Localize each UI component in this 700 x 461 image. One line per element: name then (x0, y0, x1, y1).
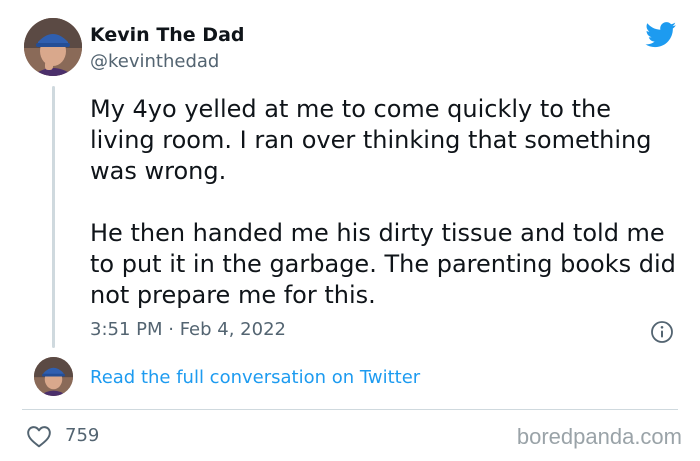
conversation-avatar[interactable] (34, 357, 73, 396)
tweet-body: My 4yo yelled at me to come quickly to t… (90, 94, 680, 311)
author-display-name[interactable]: Kevin The Dad (90, 24, 245, 46)
watermark: boredpanda.com (516, 424, 682, 449)
like-count: 759 (65, 425, 100, 446)
author-handle[interactable]: @kevinthedad (90, 51, 219, 72)
author-avatar-image (24, 18, 82, 76)
info-icon[interactable] (650, 320, 674, 344)
twitter-bird-icon[interactable] (645, 22, 677, 48)
tweet-paragraph: He then handed me his dirty tissue and t… (90, 219, 676, 309)
tweet-paragraph: My 4yo yelled at me to come quickly to t… (90, 95, 652, 185)
read-conversation-link[interactable]: Read the full conversation on Twitter (90, 367, 420, 388)
heart-icon[interactable] (26, 424, 52, 448)
conversation-avatar-image (34, 357, 73, 396)
divider (22, 409, 678, 410)
tweet-timestamp[interactable]: 3:51 PM · Feb 4, 2022 (90, 319, 286, 340)
author-avatar[interactable] (24, 18, 82, 76)
thread-connector-line (52, 86, 55, 348)
